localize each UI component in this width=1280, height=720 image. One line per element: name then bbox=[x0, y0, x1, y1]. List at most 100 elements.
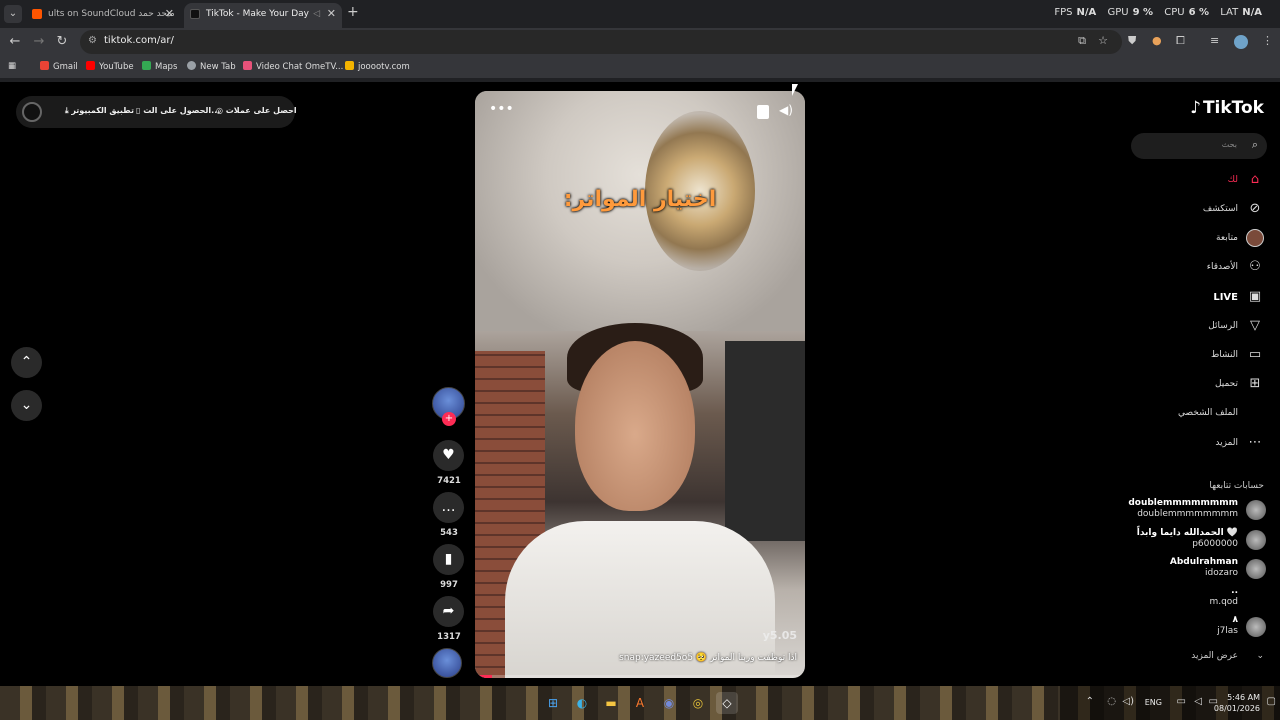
nav-more[interactable]: المزيد ⋯ bbox=[1124, 434, 1264, 454]
music-disc-avatar[interactable] bbox=[432, 648, 462, 678]
bookmark-gmail[interactable]: Gmail bbox=[40, 61, 78, 72]
extensions-puzzle-icon[interactable]: ⧠ bbox=[1176, 34, 1185, 48]
tray-app-icon[interactable]: ◌ bbox=[1107, 696, 1116, 707]
url-text[interactable]: tiktok.com/ar/ bbox=[104, 35, 174, 46]
account-avatar bbox=[1246, 559, 1266, 579]
like-button[interactable]: ♥ bbox=[433, 440, 464, 471]
performance-overlay: FPS N/A GPU 9 % CPU 6 % LAT N/A bbox=[1054, 7, 1270, 18]
new-tab-button[interactable]: + bbox=[347, 4, 359, 20]
video-progress-bar[interactable] bbox=[475, 675, 805, 678]
nav-live[interactable]: LIVE ▣ bbox=[1124, 288, 1264, 308]
next-video-button[interactable]: ⌄ bbox=[11, 390, 42, 421]
nav-profile[interactable]: الملف الشخصي bbox=[1124, 404, 1264, 424]
forward-icon[interactable]: → bbox=[30, 33, 48, 51]
bookmark-new-tab[interactable]: New Tab bbox=[187, 61, 236, 72]
tray-overflow-icon[interactable]: ⌃ bbox=[1086, 696, 1094, 707]
chevron-down-icon: ⌄ bbox=[1256, 651, 1264, 661]
bookmark-joooo[interactable]: jooootv.com bbox=[345, 61, 410, 72]
volume-icon[interactable]: ◀) bbox=[779, 103, 793, 117]
get-coins-link[interactable]: ◎ احصل على عملات bbox=[216, 106, 297, 115]
tab-search-button[interactable]: ⌄ bbox=[4, 5, 22, 23]
account-name: الحمدالله دايما وابداً 🤍 bbox=[1136, 528, 1238, 538]
address-bar[interactable]: ⚙ tiktok.com/ar/ ⧉ ☆ bbox=[80, 30, 1122, 54]
reading-list-icon[interactable]: ≡ bbox=[1210, 34, 1219, 47]
followed-account[interactable]: الحمدالله دايما وابداً 🤍 p6000000 bbox=[1126, 527, 1266, 553]
tab-soundcloud[interactable]: ults on SoundCloud ميحد حمد ✕ bbox=[26, 3, 180, 28]
install-app-icon[interactable]: ⧉ bbox=[1078, 34, 1086, 48]
get-coins-label: احصل على عملات bbox=[225, 106, 297, 115]
see-more-button[interactable]: عرض المزيد ⌄ bbox=[1144, 651, 1264, 665]
extension-icon[interactable]: ● bbox=[1152, 34, 1162, 47]
app-a-icon[interactable]: A bbox=[629, 692, 651, 714]
tab-audio-icon[interactable]: ◁ bbox=[313, 3, 320, 25]
nav-label: الرسائل bbox=[1208, 321, 1238, 331]
bookmark-youtube[interactable]: YouTube bbox=[86, 61, 134, 72]
bookmark-label: jooootv.com bbox=[358, 62, 410, 72]
nav-upload[interactable]: تحميل ⊞ bbox=[1124, 375, 1264, 395]
tab-tiktok[interactable]: TikTok - Make Your Day ◁ ✕ bbox=[184, 3, 342, 28]
save-button[interactable]: ▮ bbox=[433, 544, 464, 575]
follow-plus-icon[interactable]: + bbox=[442, 412, 456, 426]
reload-icon[interactable]: ↻ bbox=[53, 33, 71, 51]
nav-activity[interactable]: النشاط ▭ bbox=[1124, 346, 1264, 366]
tiktok-logo[interactable]: ♪ TikTok bbox=[1190, 98, 1264, 118]
pause-icon[interactable] bbox=[757, 105, 769, 119]
site-info-icon[interactable]: ⚙ bbox=[88, 35, 97, 46]
edge-icon[interactable]: ◐ bbox=[571, 692, 593, 714]
followed-account[interactable]: Abdulrahman idozaro bbox=[1126, 556, 1266, 582]
joooo-icon bbox=[345, 61, 354, 70]
previous-video-button[interactable]: ⌃ bbox=[11, 347, 42, 378]
browser-menu-icon[interactable]: ⋮ bbox=[1262, 34, 1273, 47]
followed-account[interactable]: doublemmmmmmmm doublemmmmmmmm bbox=[1126, 497, 1266, 523]
file-explorer-icon[interactable]: ▬ bbox=[600, 692, 622, 714]
windows-start-icon[interactable]: ⊞ bbox=[542, 692, 564, 714]
language-indicator[interactable]: ENG bbox=[1145, 698, 1162, 707]
chrome-icon[interactable]: ◎ bbox=[687, 692, 709, 714]
get-app-link[interactable]: ▯ الحصول على الت... bbox=[136, 106, 220, 115]
apps-grid-icon[interactable]: ▦ bbox=[8, 61, 16, 71]
gmail-icon bbox=[40, 61, 49, 70]
video-more-options-icon[interactable]: ••• bbox=[489, 101, 514, 117]
video-frame-face bbox=[575, 341, 695, 511]
volume-tray-icon[interactable]: ◁ bbox=[1194, 696, 1202, 707]
comment-icon: … bbox=[441, 499, 456, 515]
nav-messages[interactable]: الرسائل ▽ bbox=[1124, 317, 1264, 337]
tiktok-page: ⤓ تطبيق الكمبيوتر ▯ الحصول على الت... ◎ … bbox=[0, 82, 1280, 686]
shield-extension-icon[interactable]: ⛊ bbox=[1128, 34, 1136, 48]
share-button[interactable]: ➦ bbox=[433, 596, 464, 627]
search-icon[interactable]: ⌕ bbox=[1252, 138, 1258, 152]
close-tab-icon[interactable]: ✕ bbox=[165, 3, 174, 25]
bookmark-maps[interactable]: Maps bbox=[142, 61, 177, 72]
video-player[interactable]: اختيار المواتر: ••• ◀) y5.05 اذا توظفت و… bbox=[475, 91, 805, 678]
upload-icon: ⊞ bbox=[1249, 376, 1261, 391]
speaker-icon[interactable]: ◁) bbox=[1122, 696, 1134, 707]
compass-icon: ⊘ bbox=[1249, 201, 1261, 216]
nav-friends[interactable]: الأصدقاء ⚇ bbox=[1124, 258, 1264, 278]
nav-explore[interactable]: استكشف ⊘ bbox=[1124, 200, 1264, 220]
account-name: doublemmmmmmmm bbox=[1128, 498, 1238, 508]
notifications-icon[interactable]: ▢ bbox=[1267, 696, 1276, 707]
followed-account[interactable]: .. m.qod bbox=[1126, 585, 1266, 611]
followed-account[interactable]: ٨ j7las bbox=[1126, 614, 1266, 640]
nav-following[interactable]: متابعة bbox=[1124, 229, 1264, 249]
network-icon[interactable]: ▭ bbox=[1177, 696, 1186, 707]
discord-icon[interactable]: ◉ bbox=[658, 692, 680, 714]
close-tab-icon[interactable]: ✕ bbox=[327, 3, 336, 25]
search-input[interactable]: بحث ⌕ bbox=[1131, 133, 1267, 159]
video-caption: اذا توظفت وربنا المواتر 🥺 snap:yazeed5o5 bbox=[619, 653, 797, 663]
nav-label: النشاط bbox=[1210, 350, 1238, 360]
back-icon[interactable]: ← bbox=[6, 33, 24, 51]
clock[interactable]: 5:46 AM 08/01/2026 bbox=[1214, 692, 1260, 714]
lat-label: LAT bbox=[1220, 7, 1239, 18]
bookmark-ometv[interactable]: Video Chat OmeTV... bbox=[243, 61, 343, 72]
video-overlay-text: اختيار المواتر: bbox=[563, 187, 717, 212]
account-avatar bbox=[1246, 500, 1266, 520]
desktop-app-link[interactable]: ⤓ تطبيق الكمبيوتر bbox=[65, 106, 134, 116]
capcut-icon[interactable]: ◇ bbox=[716, 692, 738, 714]
profile-avatar-icon[interactable] bbox=[1234, 35, 1248, 49]
bookmark-star-icon[interactable]: ☆ bbox=[1098, 34, 1108, 47]
theme-toggle[interactable] bbox=[22, 102, 42, 122]
comment-button[interactable]: … bbox=[433, 492, 464, 523]
nav-for-you[interactable]: لك ⌂ bbox=[1124, 171, 1264, 191]
browser-chrome: ⌄ ults on SoundCloud ميحد حمد ✕ TikTok -… bbox=[0, 0, 1280, 82]
